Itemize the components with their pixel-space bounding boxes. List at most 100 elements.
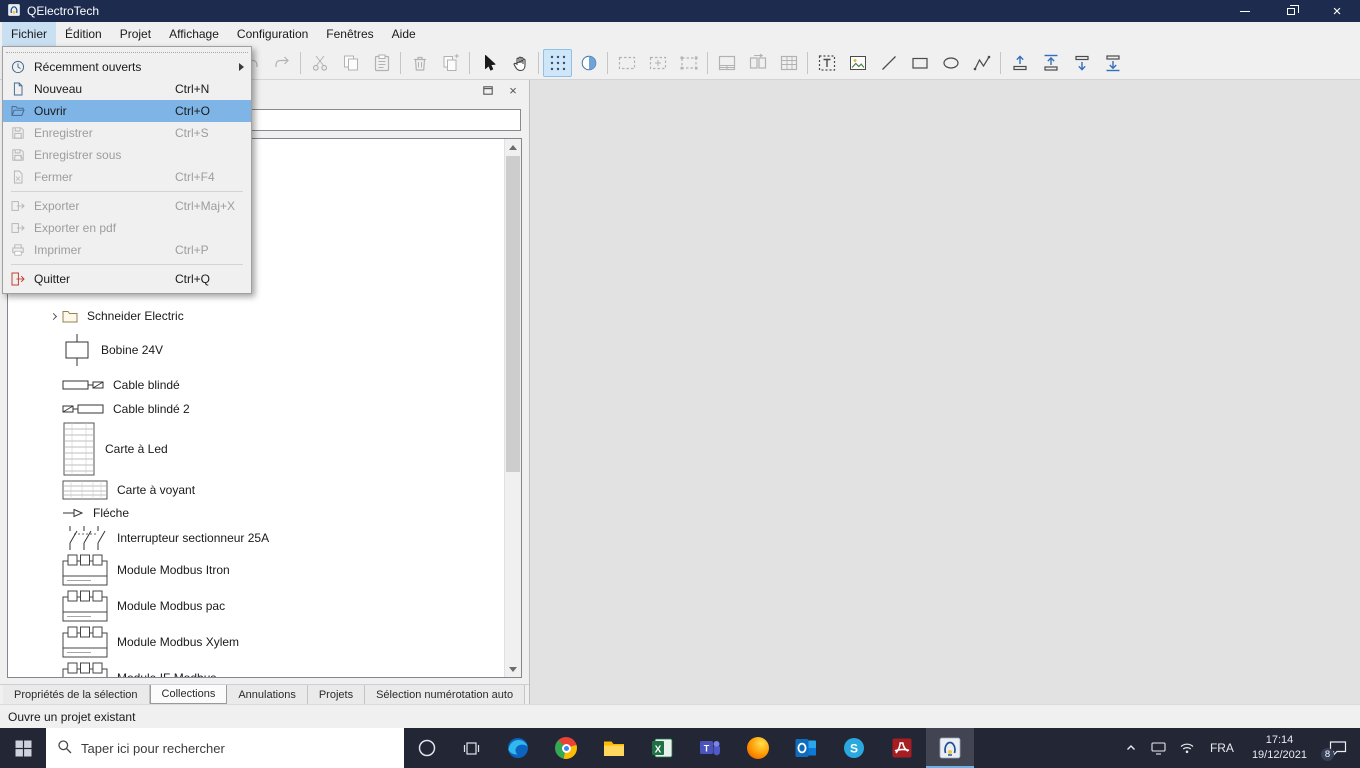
menu-item-nouveau[interactable]: Nouveau Ctrl+N bbox=[3, 78, 251, 100]
menubar-item-configuration[interactable]: Configuration bbox=[228, 22, 317, 46]
depth-top-icon[interactable] bbox=[1036, 49, 1065, 77]
add-text-icon[interactable] bbox=[812, 49, 841, 77]
tree-item-bobine-24v[interactable]: Bobine 24V bbox=[8, 327, 504, 373]
pointer-icon[interactable] bbox=[474, 49, 503, 77]
tree-item-module-modbus-pac[interactable]: Module Modbus pac bbox=[8, 588, 504, 624]
acrobat-icon[interactable] bbox=[878, 728, 926, 768]
switch-preview-icon bbox=[62, 525, 108, 551]
menubar-item-aide[interactable]: Aide bbox=[383, 22, 425, 46]
tree-scrollbar[interactable] bbox=[504, 139, 521, 677]
tab-collections[interactable]: Collections bbox=[149, 685, 228, 704]
close-button[interactable]: × bbox=[1314, 0, 1360, 22]
add-polyline-icon[interactable] bbox=[967, 49, 996, 77]
depth-raise-icon[interactable] bbox=[1005, 49, 1034, 77]
restore-button[interactable] bbox=[1268, 0, 1314, 22]
edge-icon[interactable] bbox=[494, 728, 542, 768]
duplicate-icon[interactable] bbox=[436, 49, 465, 77]
qelectrotech-icon[interactable] bbox=[926, 728, 974, 768]
taskbar-search[interactable] bbox=[46, 728, 404, 768]
scrollbar-thumb[interactable] bbox=[506, 156, 520, 472]
add-ellipse-icon[interactable] bbox=[936, 49, 965, 77]
redo-icon[interactable] bbox=[267, 49, 296, 77]
fold-icon[interactable] bbox=[743, 49, 772, 77]
tree-item-carte-a-voyant[interactable]: Carte à voyant bbox=[8, 478, 504, 502]
resize-selection-icon[interactable] bbox=[674, 49, 703, 77]
menubar-item-fichier[interactable]: Fichier bbox=[2, 22, 57, 46]
scroll-down-button[interactable] bbox=[505, 661, 521, 677]
menu-item-recemment-ouverts[interactable]: Récemment ouverts bbox=[3, 56, 251, 78]
skype-icon[interactable]: S bbox=[830, 728, 878, 768]
delete-icon[interactable] bbox=[405, 49, 434, 77]
menu-item-exporter-en-pdf[interactable]: Exporter en pdf bbox=[3, 217, 251, 239]
menubar-item-affichage[interactable]: Affichage bbox=[160, 22, 228, 46]
menu-item-quitter[interactable]: Quitter Ctrl+Q bbox=[3, 268, 251, 290]
tree-item-cable-blinde[interactable]: Cable blindé bbox=[8, 373, 504, 397]
start-button[interactable] bbox=[0, 728, 46, 768]
add-line-icon[interactable] bbox=[874, 49, 903, 77]
depth-lower-icon[interactable] bbox=[1067, 49, 1096, 77]
add-image-icon[interactable] bbox=[843, 49, 872, 77]
menu-item-enregistrer-sous[interactable]: Enregistrer sous bbox=[3, 144, 251, 166]
chrome-icon[interactable] bbox=[542, 728, 590, 768]
menubar-item-projet[interactable]: Projet bbox=[111, 22, 160, 46]
tree-item-module-if-modbus[interactable]: Module IF Modbus bbox=[8, 660, 504, 677]
tree-item-module-modbus-itron[interactable]: Module Modbus Itron bbox=[8, 552, 504, 588]
selection-rect-icon[interactable] bbox=[612, 49, 641, 77]
tab-projets[interactable]: Projets bbox=[307, 685, 366, 704]
tree-item-carte-a-led[interactable]: Carte à Led bbox=[8, 420, 504, 478]
expander-icon[interactable] bbox=[44, 312, 62, 320]
language-indicator[interactable]: FRA bbox=[1201, 728, 1243, 768]
tab-annulations[interactable]: Annulations bbox=[227, 685, 308, 704]
task-view-button[interactable] bbox=[449, 728, 494, 768]
depth-bottom-icon[interactable] bbox=[1098, 49, 1127, 77]
add-rectangle-icon[interactable] bbox=[905, 49, 934, 77]
tree-item-interrupteur-sectionneur-25a[interactable]: Interrupteur sectionneur 25A bbox=[8, 524, 504, 552]
tray-chevron-button[interactable] bbox=[1118, 728, 1144, 768]
excel-icon[interactable]: X bbox=[638, 728, 686, 768]
move-selection-icon[interactable] bbox=[643, 49, 672, 77]
paste-icon[interactable] bbox=[367, 49, 396, 77]
tree-item-module-modbus-xylem[interactable]: Module Modbus Xylem bbox=[8, 624, 504, 660]
menu-item-enregistrer[interactable]: Enregistrer Ctrl+S bbox=[3, 122, 251, 144]
tree-item-label: Fléche bbox=[93, 506, 130, 520]
grid-toggle-icon[interactable] bbox=[543, 48, 572, 77]
dock-close-button[interactable]: × bbox=[505, 83, 521, 97]
taskbar-search-input[interactable] bbox=[81, 740, 393, 756]
module-preview-icon bbox=[62, 554, 108, 586]
cortana-button[interactable] bbox=[404, 728, 449, 768]
scroll-up-button[interactable] bbox=[505, 139, 521, 155]
dock-tabbar: Propriétés de la sélection Collections Ann… bbox=[0, 684, 529, 704]
tree-item-cable-blinde-2[interactable]: Cable blindé 2 bbox=[8, 397, 504, 420]
firefox-icon[interactable] bbox=[734, 728, 782, 768]
cut-icon[interactable] bbox=[305, 49, 334, 77]
menubar-item-edition[interactable]: Édition bbox=[56, 22, 111, 46]
module-preview-icon bbox=[62, 626, 108, 658]
tray-display-icon[interactable] bbox=[1144, 728, 1173, 768]
menu-item-ouvrir[interactable]: Ouvrir Ctrl+O bbox=[3, 100, 251, 122]
tab-selection-numerotation-auto[interactable]: Sélection numérotation auto bbox=[365, 685, 526, 704]
tray-network-icon[interactable] bbox=[1173, 728, 1201, 768]
copy-icon[interactable] bbox=[336, 49, 365, 77]
conductor-table-icon[interactable] bbox=[774, 49, 803, 77]
clock[interactable]: 17:14 19/12/2021 bbox=[1243, 728, 1316, 768]
tab-proprietes-de-la-selection[interactable]: Propriétés de la sélection bbox=[3, 685, 150, 704]
pan-hand-icon[interactable] bbox=[505, 49, 534, 77]
explorer-icon[interactable] bbox=[590, 728, 638, 768]
arrow-down-icon bbox=[509, 666, 517, 672]
teams-icon[interactable]: T bbox=[686, 728, 734, 768]
menu-item-exporter[interactable]: Exporter Ctrl+Maj+X bbox=[3, 195, 251, 217]
outlook-icon[interactable] bbox=[782, 728, 830, 768]
tree-item-schneider-electric[interactable]: Schneider Electric bbox=[8, 305, 504, 327]
minimize-button[interactable] bbox=[1222, 0, 1268, 22]
display-mask-icon[interactable] bbox=[574, 49, 603, 77]
titleblock-icon[interactable] bbox=[712, 49, 741, 77]
dock-float-button[interactable] bbox=[480, 83, 496, 97]
export-pdf-icon bbox=[7, 220, 29, 236]
menu-item-fermer[interactable]: Fermer Ctrl+F4 bbox=[3, 166, 251, 188]
notification-center-button[interactable]: 8 bbox=[1316, 728, 1360, 768]
menu-item-imprimer[interactable]: Imprimer Ctrl+P bbox=[3, 239, 251, 261]
menubar-item-fenetres[interactable]: Fenêtres bbox=[317, 22, 382, 46]
tree-item-label: Module Modbus Itron bbox=[117, 563, 230, 577]
scrollbar-track[interactable] bbox=[505, 155, 521, 661]
tree-item-fleche[interactable]: Fléche bbox=[8, 502, 504, 524]
